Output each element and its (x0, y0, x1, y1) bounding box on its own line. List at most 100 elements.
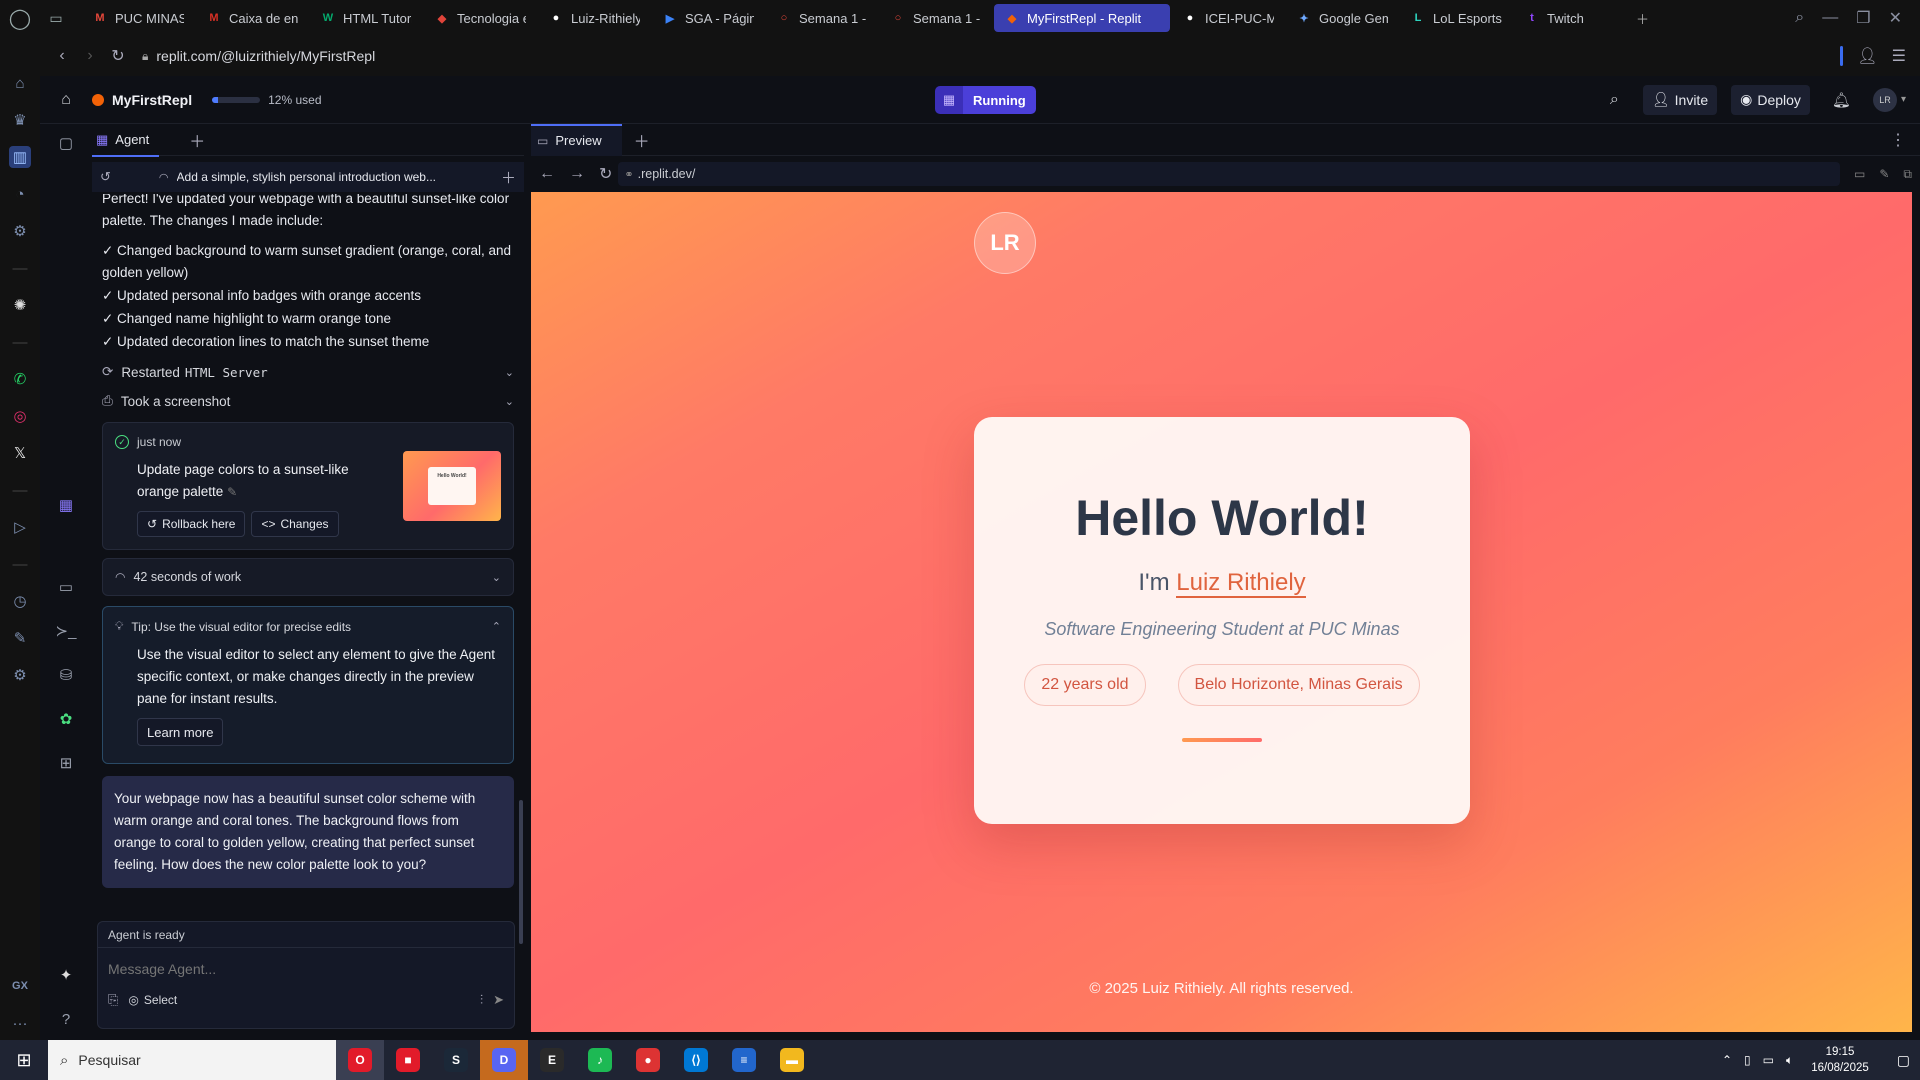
new-thread-icon[interactable]: ＋ (501, 167, 516, 188)
devtools-icon[interactable]: ✎ (1879, 167, 1889, 181)
taskbar-app-app-record[interactable]: ● (624, 1040, 672, 1080)
whatsapp-icon[interactable]: ✆ (9, 368, 31, 390)
message-input[interactable] (98, 954, 514, 984)
clock[interactable]: 19:15 16/08/2025 (1811, 1044, 1869, 1076)
taskbar-app-discord[interactable]: D (480, 1040, 528, 1080)
kebab-menu-icon[interactable]: ⋮ (1890, 130, 1906, 150)
split-view-icon[interactable]: ▥ (9, 146, 31, 168)
new-tab-button[interactable]: ＋ (1628, 4, 1657, 32)
reload-icon[interactable]: ↻ (104, 46, 132, 66)
select-button[interactable]: ◎ Select (128, 993, 177, 1007)
checkpoint-thumbnail[interactable]: Hello World! (403, 451, 501, 521)
taskbar-app-vscode[interactable]: ⟨⟩ (672, 1040, 720, 1080)
restore-icon[interactable]: ❐ (1856, 8, 1870, 28)
workspaces-icon[interactable]: ▭ (40, 0, 72, 36)
instagram-icon[interactable]: ◎ (9, 405, 31, 427)
network-icon[interactable]: ▭ (1763, 1053, 1774, 1067)
aria-icon[interactable]: ◔ (9, 183, 31, 205)
browser-tab[interactable]: ○ Semana 1 - A (880, 4, 992, 32)
action-restarted[interactable]: ⟳ Restarted HTML Server ⌄ (102, 361, 514, 383)
settings-sliders-icon[interactable]: ⫶ (480, 992, 483, 1008)
replit-home-icon[interactable]: ⌂ (40, 91, 92, 109)
invite-button[interactable]: 👤︎ Invite (1642, 84, 1718, 115)
browser-tab[interactable]: M Caixa de entr (196, 4, 308, 32)
browser-tab[interactable]: ▶ SGA - Página (652, 4, 764, 32)
player-icon[interactable]: ▷ (9, 516, 31, 538)
home-icon[interactable]: ⌂ (9, 72, 31, 94)
devices-icon[interactable]: ▭ (1854, 167, 1865, 181)
user-menu-chevron-icon[interactable]: ▾ (1901, 94, 1906, 105)
browser-tab[interactable]: M PUC MINAS - (82, 4, 194, 32)
browser-tab[interactable]: ◆ Tecnologia e (424, 4, 536, 32)
crown-icon[interactable]: ♛ (9, 109, 31, 131)
taskbar-app-app-red[interactable]: ■ (384, 1040, 432, 1080)
user-avatar[interactable]: LR (1872, 87, 1897, 112)
forward-icon[interactable]: › (76, 47, 104, 65)
taskbar-app-epic-games[interactable]: E (528, 1040, 576, 1080)
edit-pencil-icon[interactable]: ✎ (227, 485, 237, 499)
sidebar-toggle-icon[interactable] (1840, 46, 1844, 66)
deploy-button[interactable]: ◉ Deploy (1731, 84, 1810, 115)
taskbar-search[interactable]: ⌕ Pesquisar (48, 1040, 336, 1080)
secrets-icon[interactable]: ✿ (55, 708, 77, 730)
browser-tab[interactable]: ○ Semana 1 - Q (766, 4, 878, 32)
notifications-icon[interactable]: 🔔︎ (1832, 91, 1851, 109)
profile-icon[interactable]: 👤︎ (1857, 46, 1877, 66)
database-icon[interactable]: ⛁ (55, 664, 77, 686)
browser-tab[interactable]: ✦ Google Gemi (1286, 4, 1398, 32)
settings-icon[interactable]: ⚙ (9, 664, 31, 686)
history-icon[interactable]: ↺ (100, 169, 111, 185)
chat-scroll[interactable]: Perfect! I've updated your webpage with … (102, 194, 514, 904)
close-window-icon[interactable]: ✕ (1889, 8, 1902, 28)
work-time-row[interactable]: ◠ 42 seconds of work ⌄ (102, 558, 514, 596)
search-icon[interactable]: ⌕ (1610, 91, 1619, 109)
browser-tab[interactable]: W HTML Tutoria (310, 4, 422, 32)
bot-icon[interactable]: ⚙︎ (9, 220, 31, 242)
url-field[interactable]: 🔒︎ replit.com/@luizrithiely/MyFirstRepl (142, 48, 375, 64)
device-icon[interactable]: ▯ (1744, 1053, 1751, 1067)
tab-preview[interactable]: ▭ Preview (531, 123, 622, 156)
browser-tab[interactable]: L LoL Esports (1400, 4, 1512, 32)
tab-search-icon[interactable]: ⌕ (1795, 9, 1804, 27)
more-icon[interactable]: ··· (9, 1012, 31, 1034)
tip-header[interactable]: 💡︎ Tip: Use the visual editor for precis… (115, 619, 501, 634)
gx-icon[interactable]: GX (9, 975, 31, 997)
preview-back-icon[interactable]: ← (539, 165, 555, 183)
preview-tool-icon[interactable]: ▭ (55, 576, 77, 598)
extensions-icon[interactable]: ✎ (9, 627, 31, 649)
tab-agent[interactable]: ▦ Agent (92, 125, 160, 157)
start-windows-icon[interactable]: ⊞ (0, 1040, 48, 1080)
open-new-tab-icon[interactable]: ⧉ (1903, 167, 1912, 182)
run-status-button[interactable]: ▦ Running (935, 86, 1036, 114)
tray-chevron-icon[interactable]: ⌃ (1722, 1053, 1732, 1067)
preview-url-field[interactable]: ⚭ .replit.dev/ (618, 162, 1841, 186)
taskbar-app-app-blue[interactable]: ≡ (720, 1040, 768, 1080)
browser-tab[interactable]: ● Luiz-Rithiely (538, 4, 650, 32)
history-icon[interactable]: ◷ (9, 590, 31, 612)
browser-tab[interactable]: ● ICEI-PUC-Mir (1172, 4, 1284, 32)
chat-scrollbar[interactable] (519, 800, 523, 944)
shell-icon[interactable]: ≻_ (55, 620, 77, 642)
menu-icon[interactable]: ☰ (1892, 46, 1906, 66)
taskbar-app-opera[interactable]: O (336, 1040, 384, 1080)
x-icon[interactable]: 𝕏 (9, 442, 31, 464)
send-icon[interactable]: ➤ (493, 992, 504, 1008)
thread-title[interactable]: Add a simple, stylish personal introduct… (177, 170, 436, 184)
browser-tab[interactable]: t Twitch (1514, 4, 1626, 32)
opera-logo-icon[interactable]: ◯ (0, 0, 40, 36)
back-icon[interactable]: ‹ (48, 47, 76, 65)
project-name[interactable]: MyFirstRepl (112, 92, 192, 108)
volume-icon[interactable]: 🔈︎ (1786, 1053, 1793, 1068)
action-screenshot[interactable]: ⎙ Took a screenshot ⌄ (102, 390, 514, 412)
taskbar-app-spotify[interactable]: ♪ (576, 1040, 624, 1080)
preview-forward-icon[interactable]: → (569, 165, 585, 183)
add-tab-icon[interactable]: ＋ (189, 128, 205, 152)
all-tools-icon[interactable]: ⊞ (55, 752, 77, 774)
changes-button[interactable]: <> Changes (251, 511, 339, 537)
help-icon[interactable]: ? (55, 1008, 77, 1030)
chatgpt-icon[interactable]: ✺ (9, 294, 31, 316)
rollback-button[interactable]: ↺ Rollback here (137, 511, 246, 537)
notification-center-icon[interactable]: ▢ (1897, 1052, 1910, 1069)
taskbar-app-steam[interactable]: S (432, 1040, 480, 1080)
taskbar-app-file-explorer[interactable]: ▬ (768, 1040, 816, 1080)
